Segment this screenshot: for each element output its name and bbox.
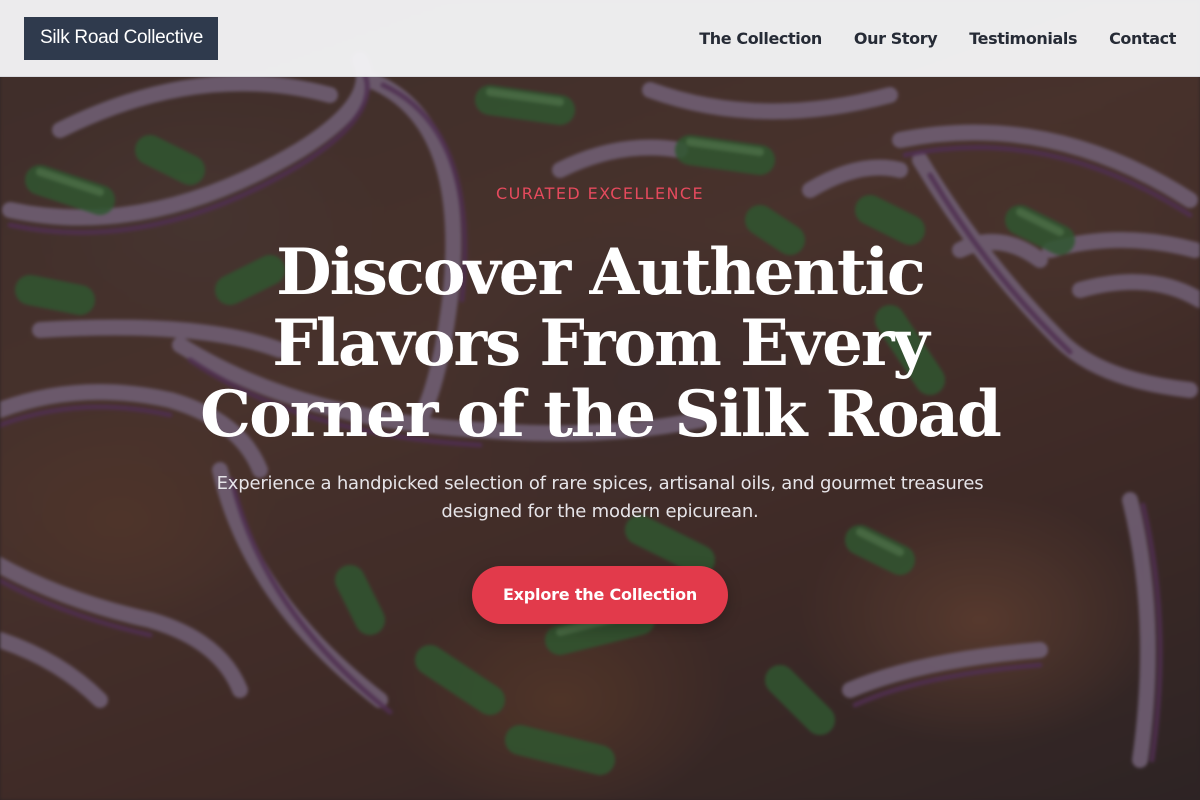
hero-eyebrow: CURATED EXCELLENCE bbox=[496, 184, 704, 203]
main-nav: The Collection Our Story Testimonials Co… bbox=[699, 29, 1176, 48]
explore-collection-button[interactable]: Explore the Collection bbox=[471, 566, 729, 624]
hero-subheadline: Experience a handpicked selection of rar… bbox=[216, 473, 984, 522]
landing-page: Silk Road Collective The Collection Our … bbox=[0, 0, 1200, 800]
nav-link-contact[interactable]: Contact bbox=[1109, 29, 1176, 48]
brand-logo[interactable]: Silk Road Collective bbox=[24, 16, 218, 60]
hero-section: CURATED EXCELLENCE Discover Authentic Fl… bbox=[0, 184, 1200, 624]
nav-link-our-story[interactable]: Our Story bbox=[854, 29, 938, 48]
nav-link-testimonials[interactable]: Testimonials bbox=[969, 29, 1077, 48]
hero-headline: Discover Authentic Flavors From Every Co… bbox=[200, 235, 1002, 452]
site-header: Silk Road Collective The Collection Our … bbox=[0, 0, 1200, 77]
nav-link-the-collection[interactable]: The Collection bbox=[699, 29, 822, 48]
